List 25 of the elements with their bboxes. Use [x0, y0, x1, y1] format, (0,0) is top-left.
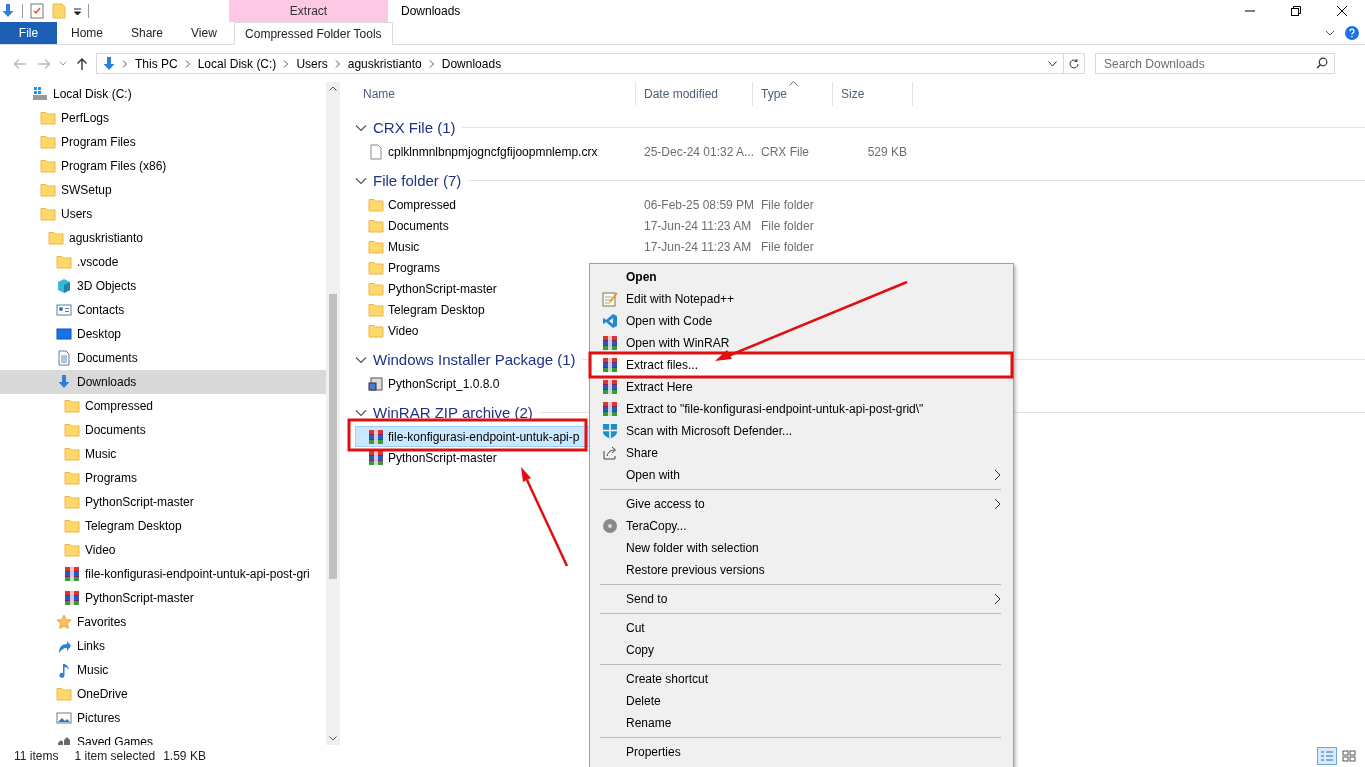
file-name: PythonScript-master [388, 281, 497, 296]
file-name: Programs [388, 260, 440, 275]
contextual-tab-label: Extract [229, 0, 388, 22]
date-modified: 25-Dec-24 01:32 A... [644, 144, 755, 159]
file-type: File folder [761, 197, 814, 212]
file-name: Music [388, 239, 420, 254]
file-name: PythonScript-master [388, 450, 497, 465]
file-name: Documents [388, 218, 449, 233]
file-name: Video [388, 323, 419, 338]
selection-size: 1.59 KB [163, 749, 206, 763]
selection-count: 1 item selected [74, 749, 156, 763]
date-modified: 17-Jun-24 11:23 AM [644, 239, 752, 254]
item-count: 11 items [14, 749, 59, 763]
file-type: File folder [761, 218, 814, 233]
file-name: PythonScript_1.0.8.0 [388, 376, 500, 391]
file-name: Compressed [388, 197, 457, 212]
file-type: CRX File [761, 144, 809, 159]
file-name: Telegram Desktop [388, 302, 485, 317]
date-modified: 06-Feb-25 08:59 PM [644, 197, 755, 212]
file-name: file-konfigurasi-endpoint-untuk-api-p [388, 429, 580, 444]
window-title: Downloads [400, 3, 461, 20]
file-name: cplklnmnlbnpmjogncfgfijoopmnlemp.crx [388, 144, 598, 159]
file-size: 529 KB [867, 144, 907, 159]
date-modified: 17-Jun-24 11:23 AM [644, 218, 752, 233]
file-type: File folder [761, 239, 814, 254]
